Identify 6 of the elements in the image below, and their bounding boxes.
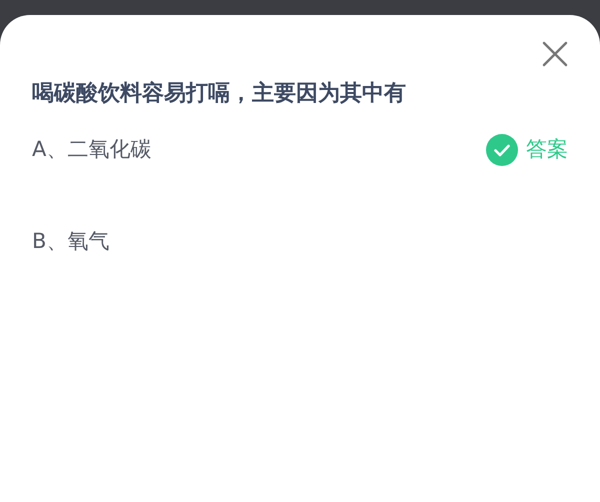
answer-label: 答案 bbox=[526, 136, 568, 164]
option-text[interactable]: A、二氧化碳 bbox=[32, 134, 152, 166]
check-icon bbox=[486, 134, 518, 166]
option-text[interactable]: B、氧气 bbox=[32, 226, 110, 258]
question-text: 喝碳酸饮料容易打嗝，主要因为其中有 bbox=[32, 80, 407, 108]
close-button[interactable] bbox=[542, 41, 568, 67]
